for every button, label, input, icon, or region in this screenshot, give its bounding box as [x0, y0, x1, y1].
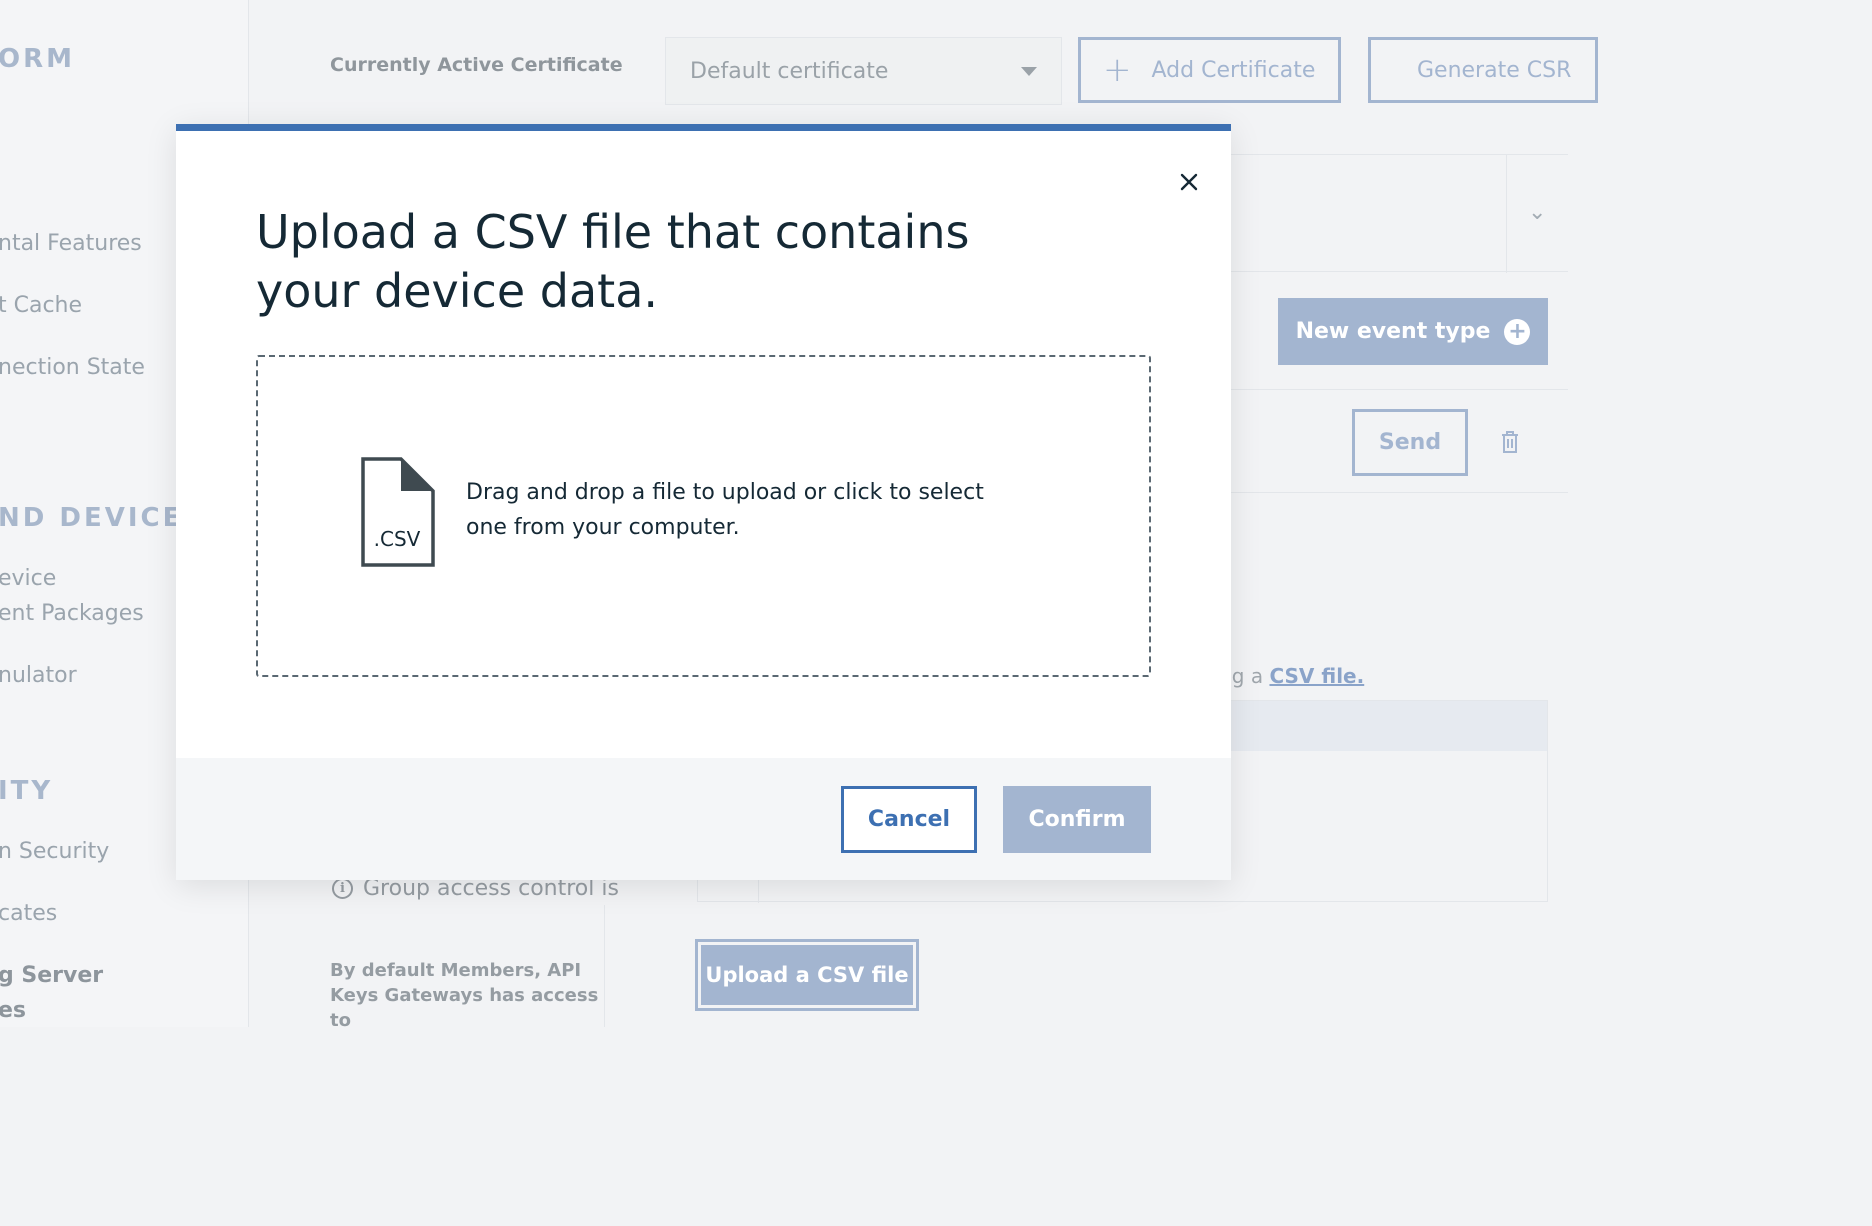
certificate-label: Currently Active Certificate [330, 54, 623, 76]
generate-csr-label: Generate CSR [1417, 57, 1572, 83]
file-dropzone[interactable]: .CSV Drag and drop a file to upload or c… [256, 355, 1151, 677]
add-certificate-button[interactable]: + Add Certificate [1078, 37, 1341, 103]
sidebar-item-server[interactable]: g Server [0, 958, 103, 993]
upload-csv-button[interactable]: Upload a CSV file [695, 939, 919, 1011]
divider [1228, 492, 1568, 493]
sidebar-item-connection-state[interactable]: nection State [0, 350, 145, 385]
file-csv-icon: .CSV [361, 457, 435, 567]
event-card-header: ⌄ [1228, 154, 1568, 273]
divider [1228, 389, 1568, 390]
upload-csv-modal: Upload a CSV file that contains your dev… [176, 124, 1231, 880]
trash-icon[interactable] [1500, 430, 1520, 454]
new-event-type-button[interactable]: New event type + [1278, 298, 1548, 365]
csv-file-link[interactable]: CSV file. [1269, 664, 1364, 688]
sidebar-item-device[interactable]: evice [0, 561, 56, 596]
upload-csv-label: Upload a CSV file [701, 945, 913, 1005]
chevron-down-icon[interactable]: ⌄ [1528, 200, 1546, 225]
certificate-select-value: Default certificate [690, 58, 889, 84]
plus-icon: + [1103, 50, 1132, 90]
file-icon-label: .CSV [374, 527, 421, 551]
confirm-button[interactable]: Confirm [1003, 786, 1151, 853]
send-button[interactable]: Send [1352, 409, 1468, 476]
divider [1506, 155, 1507, 273]
generate-csr-button[interactable]: Generate CSR [1368, 37, 1598, 103]
sidebar-item-certificates[interactable]: cates [0, 896, 57, 931]
info-icon: i [332, 878, 353, 899]
sidebar-item-packages[interactable]: ent Packages [0, 596, 144, 631]
sidebar-section-platform: ORM [0, 44, 75, 74]
modal-title: Upload a CSV file that contains your dev… [256, 205, 970, 318]
close-icon[interactable] [1174, 167, 1204, 197]
sidebar-section-security: ITY [0, 776, 54, 806]
close-icon-glyph [1180, 173, 1198, 191]
certificate-select[interactable]: Default certificate [665, 37, 1062, 105]
group-access-description: By default Members, API Keys Gateways ha… [330, 960, 599, 1031]
modal-footer: Cancel Confirm [176, 758, 1231, 880]
add-certificate-label: Add Certificate [1151, 57, 1316, 83]
caret-down-icon [1021, 66, 1037, 76]
sidebar-item-security[interactable]: n Security [0, 834, 109, 869]
cancel-button[interactable]: Cancel [841, 786, 977, 853]
dropzone-text: Drag and drop a file to upload or click … [466, 480, 984, 540]
new-event-type-label: New event type [1295, 319, 1491, 344]
sidebar-item-server-cont[interactable]: es [0, 993, 26, 1028]
sidebar-item-simulator[interactable]: nulator [0, 658, 77, 693]
plus-circle-icon: + [1504, 318, 1531, 345]
sidebar-section-devices: ND DEVICES [0, 503, 206, 533]
sidebar-item-cache[interactable]: t Cache [0, 288, 82, 323]
csv-hint: ling a CSV file. [1208, 664, 1364, 688]
sidebar-item-experimental-features[interactable]: ntal Features [0, 226, 142, 261]
